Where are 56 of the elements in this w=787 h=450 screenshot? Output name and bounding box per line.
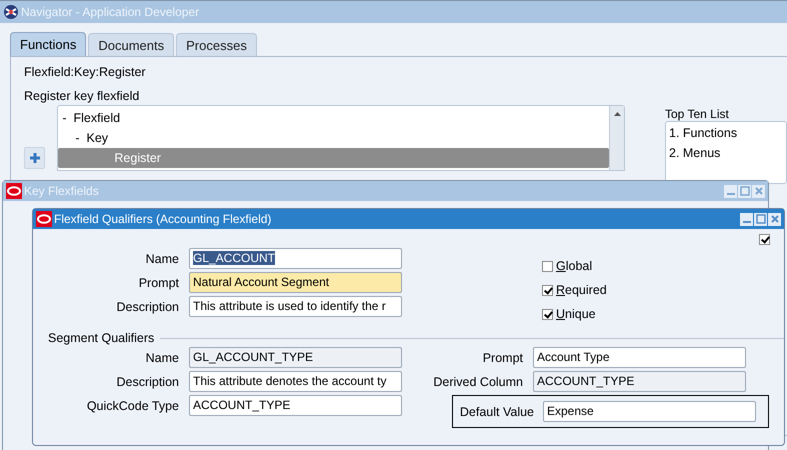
list-item[interactable]: 1. Functions: [666, 123, 786, 143]
field-label: Name: [144, 350, 180, 364]
checkbox[interactable]: [542, 308, 553, 320]
field-label: Description: [115, 300, 180, 314]
input-field[interactable]: ACCOUNT_TYPE: [189, 395, 402, 416]
tab[interactable]: Functions: [10, 32, 86, 56]
input-field[interactable]: This attribute is used to identify the r: [189, 296, 402, 317]
checkbox[interactable]: [542, 260, 553, 272]
plus-icon: [28, 152, 41, 164]
close-icon: [770, 214, 780, 224]
input-field[interactable]: ACCOUNT_TYPE: [533, 371, 746, 392]
maximize-icon: [756, 214, 766, 224]
window-title: Navigator - Application Developer: [21, 5, 200, 19]
minimize-button[interactable]: [740, 212, 753, 226]
field-label: Name: [144, 252, 180, 266]
minimize-icon: [726, 193, 734, 195]
field-label: Derived Column: [432, 374, 524, 388]
checkbox-label: Required: [556, 283, 607, 297]
list-title: Top Ten List: [665, 107, 730, 121]
input-field[interactable]: This attribute denotes the account ty: [189, 371, 402, 392]
group-title: Segment Qualifiers: [47, 331, 156, 345]
input-field[interactable]: Account Type: [533, 347, 746, 368]
add-button[interactable]: [24, 147, 46, 169]
minimize-button[interactable]: [724, 184, 737, 198]
input-field[interactable]: Natural Account Segment: [189, 272, 402, 293]
list-item[interactable]: 2. Menus: [666, 143, 786, 163]
scrollbar[interactable]: [609, 106, 624, 170]
tab[interactable]: Documents: [88, 33, 174, 56]
field-label: Prompt: [138, 276, 180, 290]
close-button[interactable]: [752, 184, 765, 198]
close-button[interactable]: [768, 212, 781, 226]
input-field[interactable]: GL_ACCOUNT: [189, 248, 402, 269]
field-label: QuickCode Type: [86, 398, 180, 412]
maximize-icon: [740, 186, 750, 196]
function-description: Register key flexfield: [24, 88, 140, 105]
field-label: Default Value: [458, 404, 535, 418]
scroll-up-icon: [612, 111, 622, 117]
maximize-button[interactable]: [738, 184, 751, 198]
close-icon: [754, 186, 764, 196]
input-field[interactable]: Expense: [543, 401, 756, 422]
checkbox[interactable]: [542, 284, 553, 296]
maximize-button[interactable]: [754, 212, 767, 226]
minimize-icon: [742, 221, 750, 223]
window-title: Key Flexfields: [24, 184, 99, 198]
record-checkbox[interactable]: [759, 234, 770, 245]
checkbox-label: Unique: [556, 307, 596, 321]
window-title: Flexfield Qualifiers (Accounting Flexfield): [54, 212, 272, 226]
compass-icon: [3, 4, 19, 20]
input-field[interactable]: GL_ACCOUNT_TYPE: [189, 347, 402, 368]
tree-item[interactable]: - Key: [58, 128, 609, 148]
field-label: Description: [115, 374, 180, 388]
function-name: Flexfield:Key:Register: [24, 64, 147, 81]
checkbox-label: Global: [556, 259, 592, 273]
tab[interactable]: Processes: [176, 33, 257, 56]
field-label: Prompt: [482, 350, 524, 364]
tree-item[interactable]: - Flexfield: [58, 108, 609, 128]
